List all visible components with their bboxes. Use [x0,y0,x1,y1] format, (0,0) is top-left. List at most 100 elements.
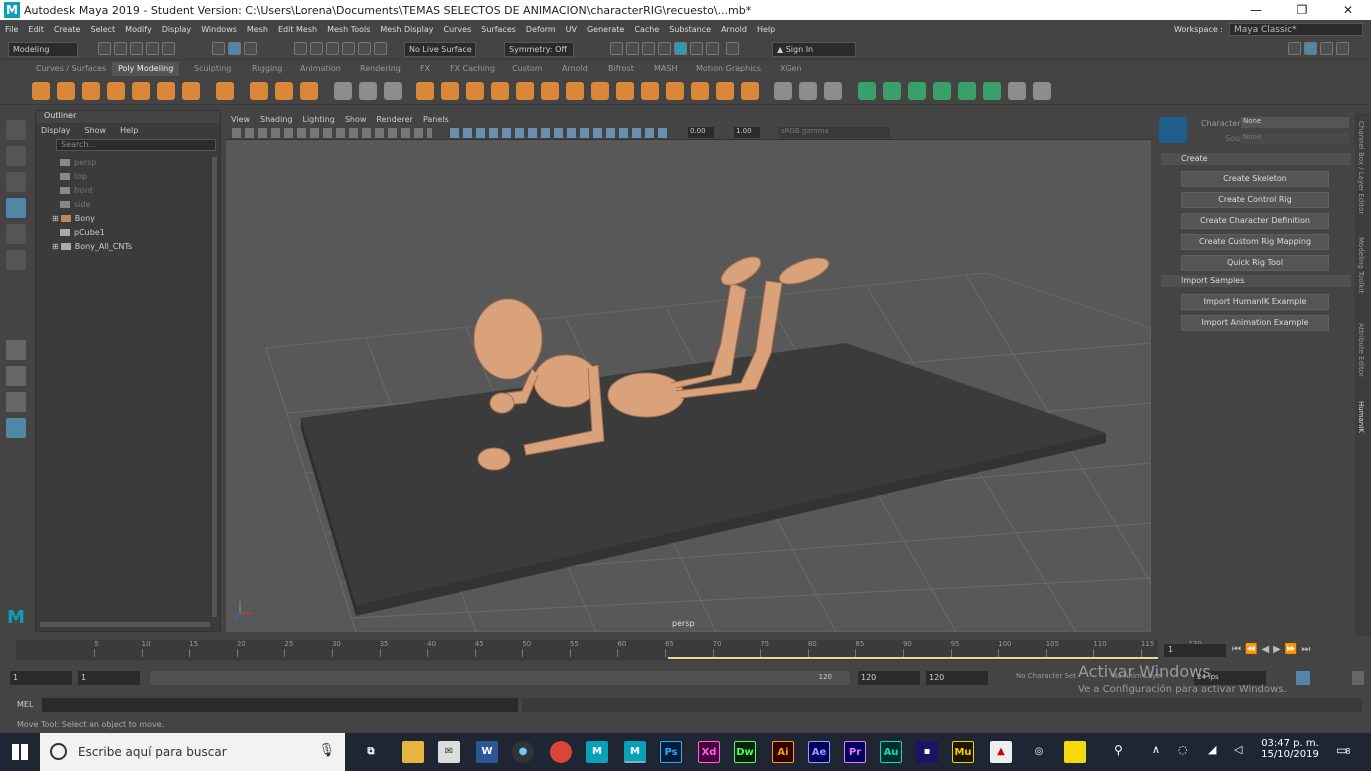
persp-outliner-layout-icon[interactable] [6,392,26,412]
live-surface-field[interactable]: No Live Surface [404,42,476,57]
menu-edit-mesh[interactable]: Edit Mesh [273,25,322,34]
outliner-item-bony-all-cnts[interactable]: ⊞ Bony_All_CNTs [52,239,220,253]
animation-start-field[interactable]: 1 [10,671,72,685]
play-backward-icon[interactable]: ◀ [1261,644,1273,655]
poly-cylinder-icon[interactable] [82,82,100,100]
create-character-definition-button[interactable]: Create Character Definition [1181,213,1329,229]
platonic-solid-icon[interactable] [216,82,234,100]
character-head[interactable] [473,298,543,380]
menu-arnold[interactable]: Arnold [716,25,752,34]
shelf-tab-curves-surfaces[interactable]: Curves / Surfaces [36,64,106,73]
menu-set-dropdown[interactable]: Modeling [8,42,78,57]
bridge-icon[interactable] [466,82,484,100]
create-control-rig-button[interactable]: Create Control Rig [1181,192,1329,208]
menu-edit[interactable]: Edit [23,25,49,34]
character-foot-right[interactable] [776,253,832,290]
shelf-tab-arnold[interactable]: Arnold [562,64,588,73]
menu-uv[interactable]: UV [561,25,582,34]
command-input[interactable] [42,698,518,712]
menu-windows[interactable]: Windows [196,25,242,34]
outliner-menu-show[interactable]: Show [85,126,107,135]
shelf-tab-rendering[interactable]: Rendering [360,64,401,73]
extrude-icon[interactable] [441,82,459,100]
toggle-channel-box-icon[interactable] [1336,42,1349,55]
shelf-tab-fx-caching[interactable]: FX Caching [450,64,495,73]
super-shape-icon[interactable] [250,82,268,100]
toggle-modeling-toolkit-icon[interactable] [1288,42,1301,55]
unfold-icon[interactable] [1008,82,1026,100]
menu-create[interactable]: Create [49,25,86,34]
close-button[interactable]: ✕ [1325,0,1371,20]
menu-deform[interactable]: Deform [521,25,561,34]
taskbar-search-box[interactable]: Escribe aquí para buscar 🎙 [40,733,345,771]
expand-icon[interactable]: ⊞ [52,214,59,223]
slide-edge-icon[interactable] [691,82,709,100]
audition-icon[interactable]: Au [880,741,902,763]
shelf-tab-fx[interactable]: FX [420,64,430,73]
pause-viewport-icon[interactable] [726,42,739,55]
quad-draw-icon[interactable] [666,82,684,100]
outliner-item-front[interactable]: front [60,183,220,197]
create-section-header[interactable]: Create [1161,153,1351,165]
range-slider[interactable]: 120 [150,671,850,685]
outliner-item-bony[interactable]: ⊞ Bony [52,211,220,225]
shelf-tab-motion-graphics[interactable]: Motion Graphics [696,64,761,73]
hypershade-icon[interactable] [674,42,687,55]
gamma-field[interactable]: 1.00 [734,127,760,138]
import-animation-example-button[interactable]: Import Animation Example [1181,315,1329,331]
photoshop-icon[interactable]: Ps [660,741,682,763]
viewport-scene[interactable] [226,113,1151,632]
insert-edge-loop-icon[interactable] [616,82,634,100]
outliner-search-input[interactable]: Search... [56,139,216,151]
vp-menu-panels[interactable]: Panels [418,115,454,124]
create-custom-rig-mapping-button[interactable]: Create Custom Rig Mapping [1181,234,1329,250]
play-forward-icon[interactable]: ▶ [1273,644,1285,655]
vp-menu-shading[interactable]: Shading [255,115,298,124]
spherical-uv-icon[interactable] [933,82,951,100]
outliner-menu-help[interactable]: Help [120,126,138,135]
media-player-icon[interactable]: ● [512,741,534,763]
media-encoder-icon[interactable]: ▪ [916,741,938,763]
target-weld-icon[interactable] [716,82,734,100]
move-tool-icon[interactable] [6,198,26,218]
circularize-icon[interactable] [799,82,817,100]
symmetry-dropdown[interactable]: Symmetry: Off [504,42,574,57]
windows-start-icon[interactable] [12,744,28,760]
menu-mesh-display[interactable]: Mesh Display [375,25,438,34]
open-scene-icon[interactable] [114,42,127,55]
mel-label[interactable]: MEL [17,700,33,709]
notifications-icon[interactable]: ▭8 [1336,743,1350,757]
import-humanik-example-button[interactable]: Import HumanIK Example [1181,294,1329,310]
uv-editor-icon[interactable] [958,82,976,100]
ipr-render-icon[interactable] [642,42,655,55]
character-set-dropdown[interactable]: No Character Set [1016,672,1076,680]
menu-display[interactable]: Display [157,25,197,34]
text-icon[interactable] [275,82,293,100]
xd-icon[interactable]: Xd [698,741,720,763]
menu-cache[interactable]: Cache [629,25,664,34]
quick-rig-tool-button[interactable]: Quick Rig Tool [1181,255,1329,271]
illustrator-icon[interactable]: Ai [772,741,794,763]
shading-tools-icons[interactable] [450,128,670,138]
color-space-dropdown[interactable]: sRGB gamma [778,127,890,138]
redo-icon[interactable] [162,42,175,55]
menu-curves[interactable]: Curves [438,25,476,34]
menu-mesh[interactable]: Mesh [242,25,273,34]
side-tab-humanik[interactable]: HumanIK [1357,401,1365,433]
select-object-icon[interactable] [228,42,241,55]
poly-disc-icon[interactable] [182,82,200,100]
append-polygon-icon[interactable] [566,82,584,100]
shelf-tab-mash[interactable]: MASH [654,64,677,73]
mail-icon[interactable]: ✉ [438,741,460,763]
step-forward-key-icon[interactable]: ⏩ [1285,644,1301,655]
poly-cone-icon[interactable] [107,82,125,100]
playback-end-field[interactable]: 120 [858,671,920,685]
offset-edge-loop-icon[interactable] [641,82,659,100]
single-perspective-layout-icon[interactable] [6,340,26,360]
toggle-tool-settings-icon[interactable] [1320,42,1333,55]
undo-icon[interactable] [146,42,159,55]
arnold-settings-icon[interactable] [706,42,719,55]
chrome-icon[interactable] [550,741,572,763]
snap-surface-icon[interactable] [358,42,371,55]
persp-graph-layout-icon[interactable] [6,418,26,438]
